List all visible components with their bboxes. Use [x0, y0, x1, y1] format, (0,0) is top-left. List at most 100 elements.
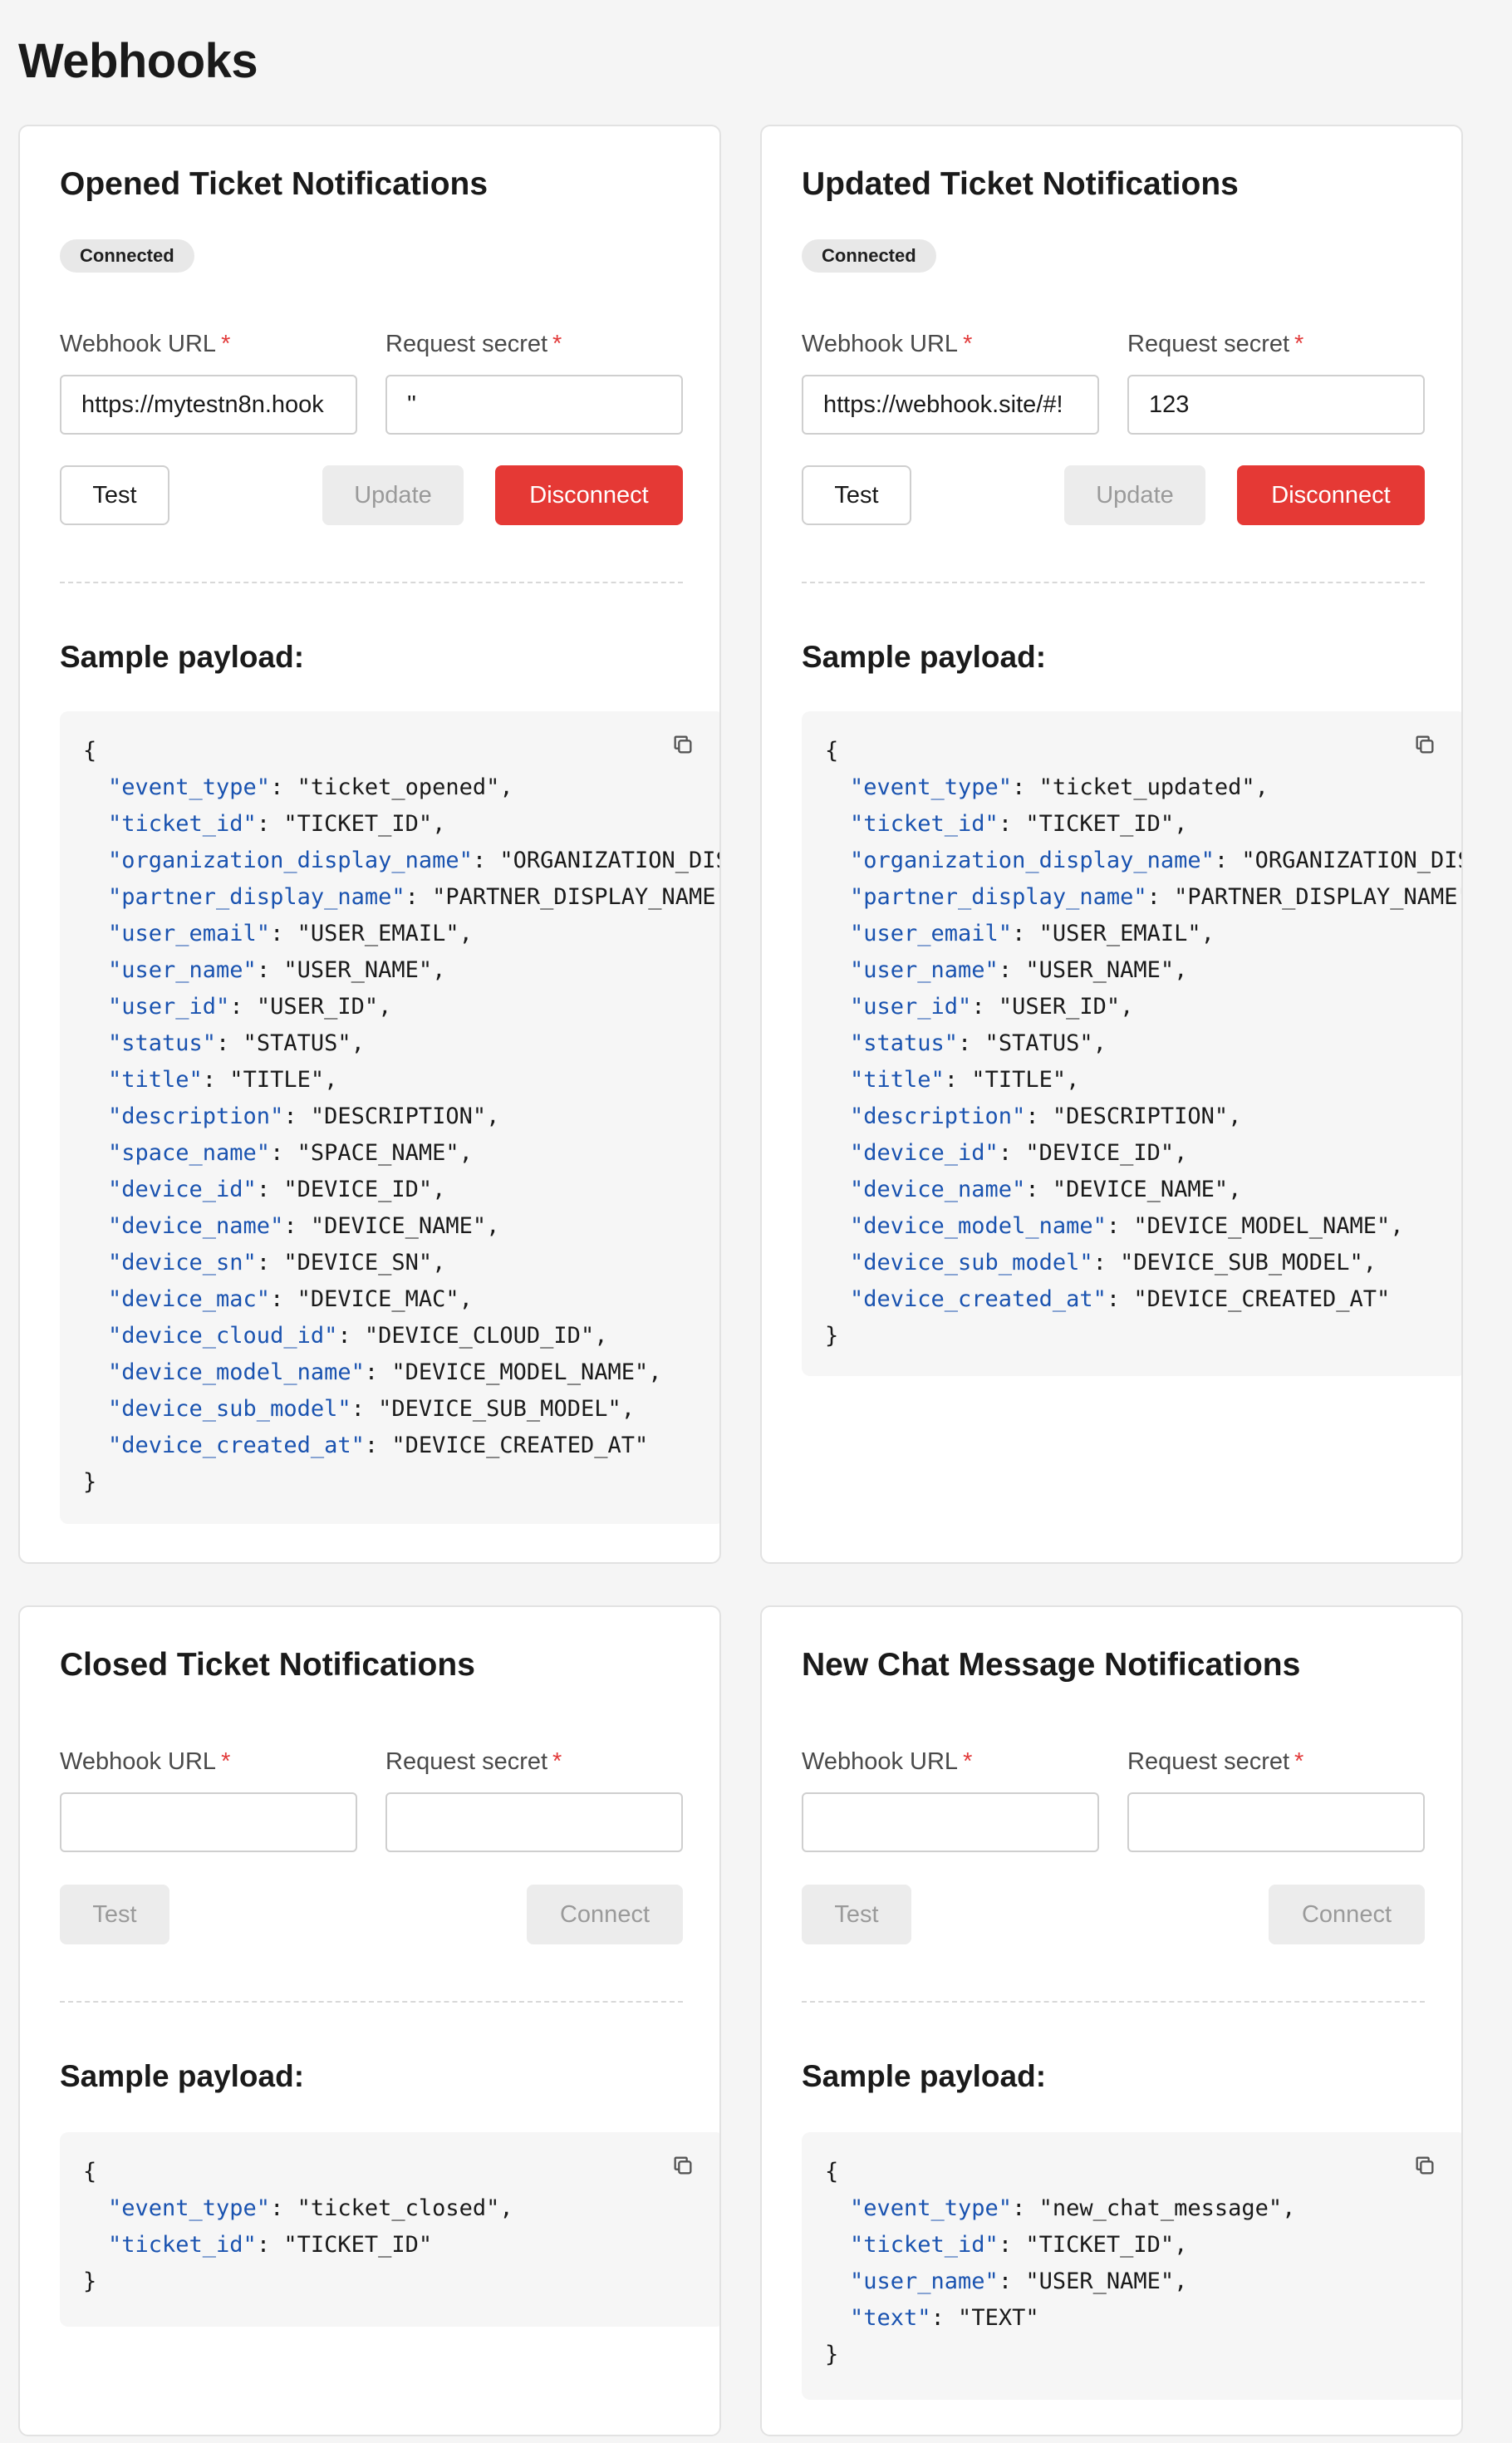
webhook-url-input[interactable]: [60, 375, 357, 435]
payload-key: "user_name": [850, 2268, 999, 2294]
card-opened-ticket-notifications: Opened Ticket Notifications Connected We…: [18, 125, 721, 1564]
disconnect-button[interactable]: Disconnect: [1237, 465, 1425, 525]
required-mark: *: [221, 331, 231, 357]
code-brace: }: [825, 1323, 839, 1349]
payload-value: : "ticket_updated",: [1012, 774, 1269, 800]
payload-key: "device_sub_model": [850, 1250, 1093, 1276]
payload-line: "partner_display_name": "PARTNER_DISPLAY…: [825, 879, 1461, 916]
divider: [802, 582, 1425, 583]
card-updated-ticket-notifications: Updated Ticket Notifications Connected W…: [760, 125, 1463, 1564]
code-brace: {: [825, 738, 839, 764]
payload-line: "partner_display_name": "PARTNER_DISPLAY…: [83, 879, 721, 916]
code-brace: {: [825, 2159, 839, 2185]
payload-line: "user_id": "USER_ID",: [83, 989, 719, 1025]
card-closed-ticket-notifications: Closed Ticket Notifications Webhook URL *…: [18, 1605, 721, 2436]
test-button[interactable]: Test: [802, 465, 911, 525]
required-mark: *: [221, 1748, 231, 1775]
payload-line: "device_created_at": "DEVICE_CREATED_AT": [83, 1428, 719, 1464]
test-button[interactable]: Test: [802, 1885, 911, 1944]
payload-key: "user_name": [108, 957, 257, 983]
payload-key: "device_id": [108, 1177, 257, 1202]
payload-line: "user_name": "USER_NAME",: [83, 952, 719, 989]
card-new-chat-message-notifications: New Chat Message Notifications Webhook U…: [760, 1605, 1463, 2436]
test-button[interactable]: Test: [60, 465, 169, 525]
payload-line: "title": "TITLE",: [825, 1062, 1461, 1099]
payload-line: "device_sub_model": "DEVICE_SUB_MODEL",: [83, 1391, 719, 1428]
test-button[interactable]: Test: [60, 1885, 169, 1944]
payload-value: : "DEVICE_MAC",: [270, 1286, 473, 1312]
payload-value: : "STATUS",: [958, 1030, 1107, 1056]
payload-value: : "USER_NAME",: [256, 957, 446, 983]
payload-value: : "DEVICE_SN",: [256, 1250, 446, 1276]
webhook-url-label: Webhook URL *: [60, 331, 231, 357]
connect-button[interactable]: Connect: [1269, 1885, 1425, 1944]
request-secret-input[interactable]: [385, 375, 683, 435]
divider: [60, 2001, 683, 2003]
payload-key: "status": [108, 1030, 217, 1056]
payload-value: : "DEVICE_SUB_MODEL",: [1092, 1250, 1377, 1276]
payload-key: "device_model_name": [850, 1213, 1107, 1239]
payload-key: "device_name": [108, 1213, 284, 1239]
payload-line: "space_name": "SPACE_NAME",: [83, 1135, 719, 1172]
payload-value: : "TICKET_ID": [256, 2232, 433, 2258]
payload-key: "event_type": [108, 2195, 271, 2221]
request-secret-input[interactable]: [385, 1792, 683, 1852]
payload-line: "event_type": "ticket_closed",: [83, 2190, 719, 2227]
payload-key: "device_created_at": [850, 1286, 1107, 1312]
payload-key: "title": [850, 1067, 945, 1093]
payload-value: : "DESCRIPTION",: [283, 1104, 500, 1129]
payload-line: "status": "STATUS",: [825, 1025, 1461, 1062]
payload-key: "user_email": [108, 921, 271, 946]
payload-line: "event_type": "ticket_opened",: [83, 769, 719, 806]
webhook-url-input[interactable]: [802, 375, 1099, 435]
request-secret-input[interactable]: [1127, 1792, 1425, 1852]
payload-line: "status": "STATUS",: [83, 1025, 719, 1062]
webhook-url-input[interactable]: [802, 1792, 1099, 1852]
payload-key: "text": [850, 2305, 931, 2331]
payload-value: : "PARTNER_DISPLAY_NAME",: [405, 884, 721, 910]
connect-button[interactable]: Connect: [527, 1885, 683, 1944]
copy-icon[interactable]: [671, 2154, 695, 2177]
payload-line: "description": "DESCRIPTION",: [83, 1099, 719, 1135]
sample-payload-heading: Sample payload:: [60, 640, 305, 674]
payload-value: : "DEVICE_NAME",: [1025, 1177, 1242, 1202]
payload-value: : "ORGANIZATION_DISP",: [1214, 848, 1461, 873]
payload-key: "device_id": [850, 1140, 999, 1166]
copy-icon[interactable]: [1413, 2154, 1436, 2177]
payload-line: "device_name": "DEVICE_NAME",: [83, 1208, 719, 1245]
disconnect-button[interactable]: Disconnect: [495, 465, 683, 525]
webhook-url-field: Webhook URL *: [60, 331, 357, 435]
payload-key: "partner_display_name": [108, 884, 405, 910]
status-badge: Connected: [802, 239, 936, 273]
request-secret-input[interactable]: [1127, 375, 1425, 435]
webhook-url-field: Webhook URL *: [802, 331, 1099, 435]
payload-value: : "TICKET_ID",: [998, 811, 1188, 837]
payload-key: "device_sub_model": [108, 1396, 351, 1422]
code-brace: {: [83, 2159, 97, 2185]
payload-value: : "DEVICE_CREATED_AT": [1106, 1286, 1391, 1312]
payload-key: "user_email": [850, 921, 1013, 946]
sample-payload-code: {"event_type": "ticket_closed", "ticket_i…: [60, 2132, 719, 2327]
update-button[interactable]: Update: [1064, 465, 1205, 525]
payload-key: "description": [108, 1104, 284, 1129]
payload-key: "ticket_id": [108, 811, 257, 837]
copy-icon[interactable]: [671, 733, 695, 756]
payload-key: "user_id": [850, 994, 972, 1020]
payload-value: : "DEVICE_MODEL_NAME",: [1106, 1213, 1404, 1239]
page-title: Webhooks: [18, 34, 258, 88]
copy-icon[interactable]: [1413, 733, 1436, 756]
code-brace: }: [825, 2342, 839, 2367]
sample-payload-code: {"event_type": "ticket_updated", "ticket_…: [802, 711, 1461, 1376]
payload-line: "device_created_at": "DEVICE_CREATED_AT": [825, 1281, 1461, 1318]
payload-key: "organization_display_name": [108, 848, 473, 873]
sample-payload-code: {"event_type": "ticket_opened", "ticket_i…: [60, 711, 721, 1524]
request-secret-field: Request secret *: [385, 1748, 683, 1852]
required-mark: *: [552, 331, 562, 357]
payload-key: "device_cloud_id": [108, 1323, 338, 1349]
payload-key: "organization_display_name": [850, 848, 1215, 873]
webhook-url-input[interactable]: [60, 1792, 357, 1852]
payload-line: "event_type": "ticket_updated",: [825, 769, 1461, 806]
payload-value: : "USER_ID",: [229, 994, 392, 1020]
update-button[interactable]: Update: [322, 465, 464, 525]
payload-line: "device_id": "DEVICE_ID",: [825, 1135, 1461, 1172]
